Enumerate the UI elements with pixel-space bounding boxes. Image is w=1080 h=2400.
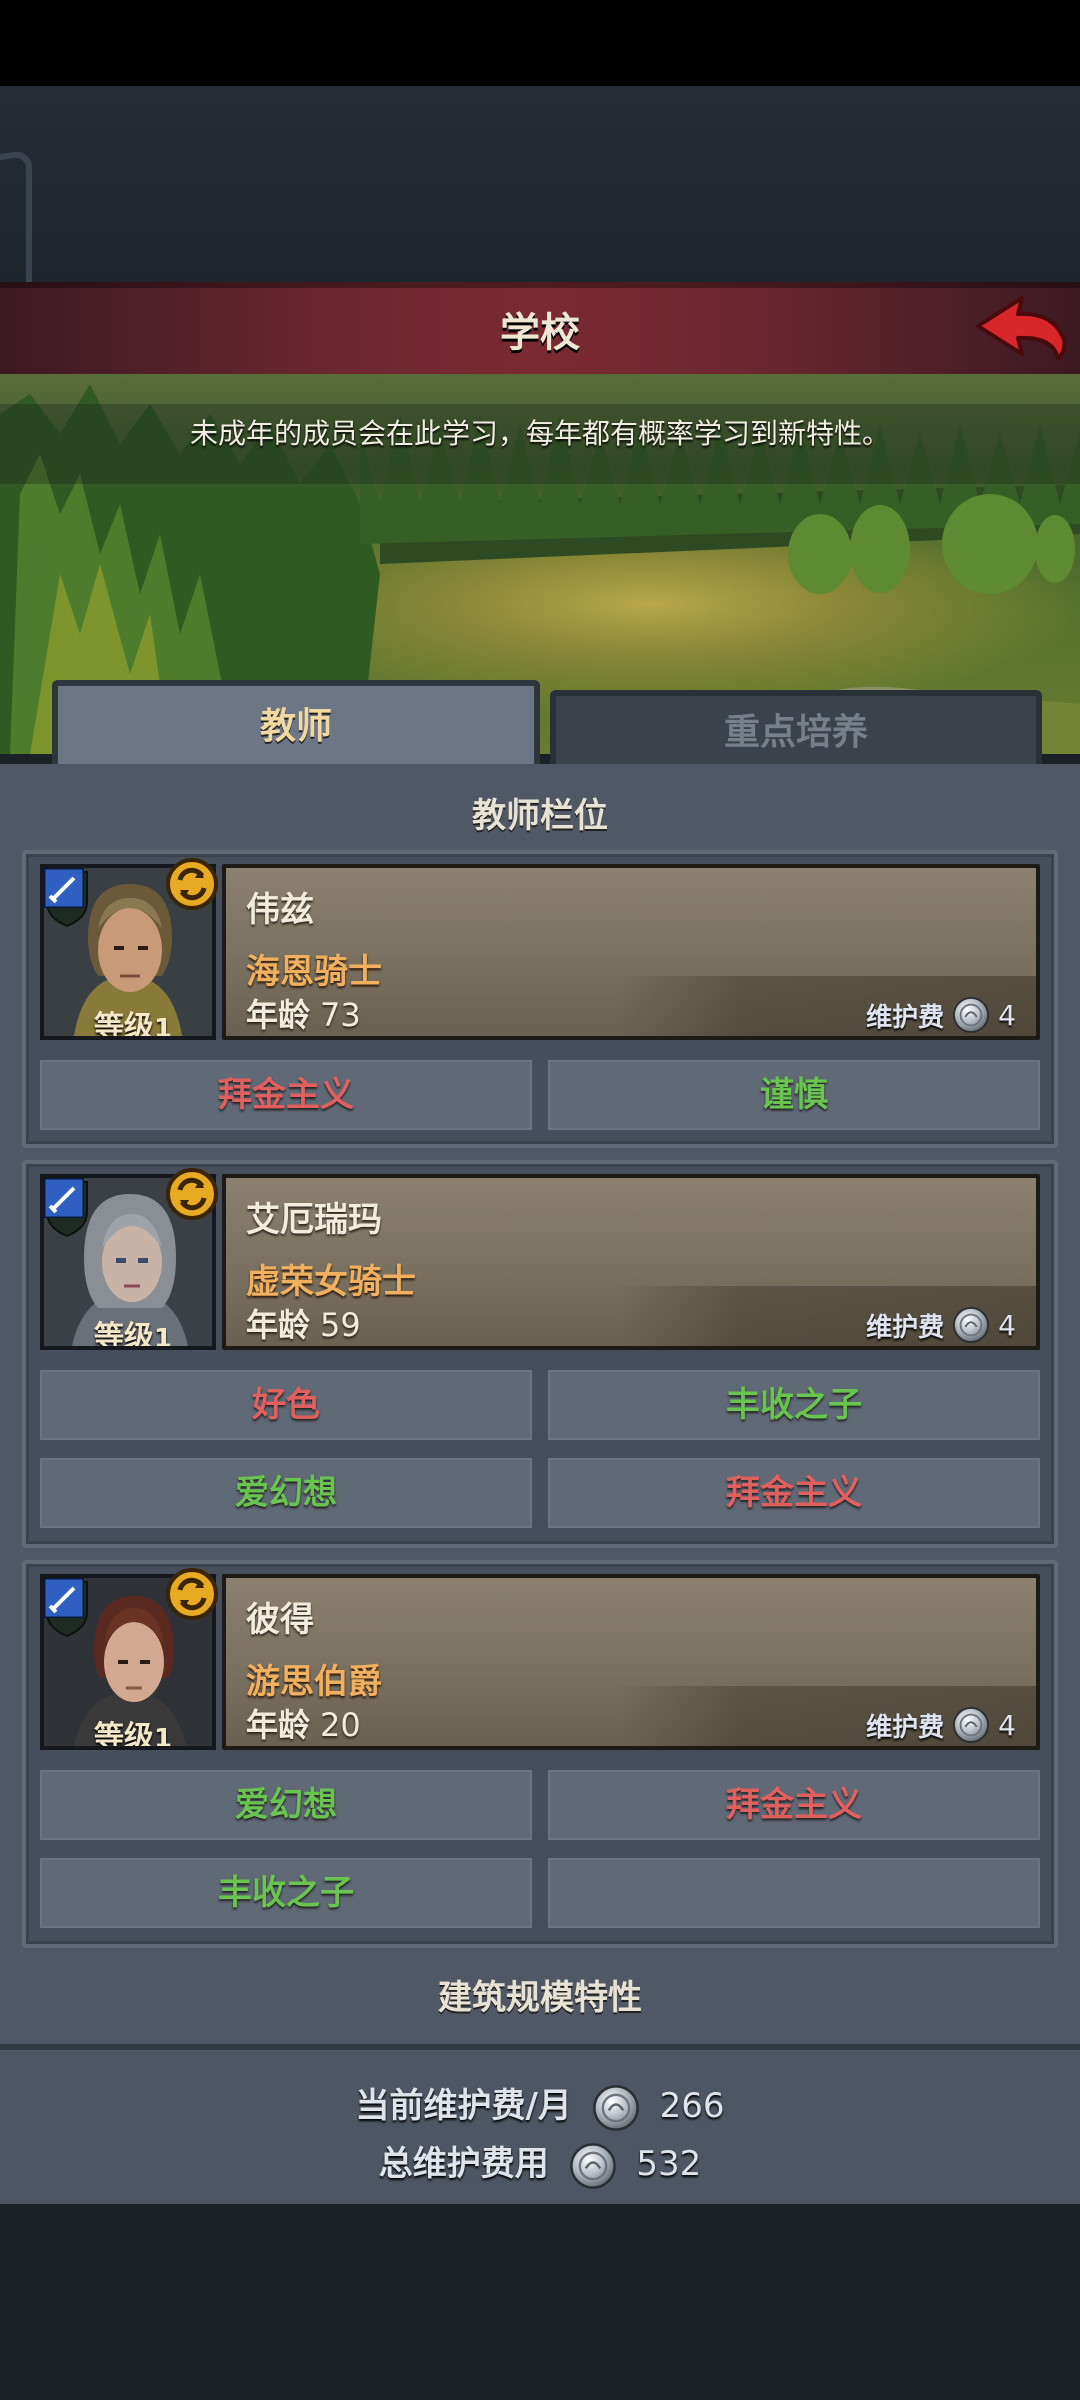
trait-badge[interactable]: 好色 bbox=[40, 1370, 532, 1440]
silver-coin-icon bbox=[952, 1706, 990, 1744]
sword-class-icon bbox=[44, 1578, 84, 1618]
total-upkeep-row: 总维护费用 532 bbox=[0, 2136, 1080, 2190]
top-area bbox=[0, 86, 1080, 385]
trait-badge[interactable]: 拜金主义 bbox=[40, 1060, 532, 1130]
tab-teachers[interactable]: 教师 bbox=[52, 680, 540, 768]
teacher-info-parchment: 彼得 游思伯爵 年龄 20 维护费 4 bbox=[222, 1574, 1040, 1750]
teacher-slot-3: 等级1 彼得 游思伯爵 年龄 20 维护费 4 爱幻想 拜金主义 丰收之子 bbox=[22, 1560, 1058, 1948]
level-label: 等级1 bbox=[94, 1720, 173, 1750]
sword-class-icon bbox=[44, 1178, 84, 1218]
trait-badge[interactable]: 丰收之子 bbox=[40, 1858, 532, 1928]
trait-badge[interactable]: 拜金主义 bbox=[548, 1458, 1040, 1528]
back-arrow-icon[interactable] bbox=[970, 292, 1070, 364]
swap-teacher-icon[interactable] bbox=[164, 1566, 220, 1622]
teacher-upkeep: 维护费 4 bbox=[866, 996, 1016, 1034]
teacher-card[interactable]: 等级1 艾厄瑞玛 虚荣女骑士 年龄 59 维护费 4 bbox=[40, 1174, 1040, 1350]
teacher-info-parchment: 艾厄瑞玛 虚荣女骑士 年龄 59 维护费 4 bbox=[222, 1174, 1040, 1350]
empty-trait-slot bbox=[548, 1858, 1040, 1928]
swap-teacher-icon[interactable] bbox=[164, 1166, 220, 1222]
current-upkeep-row: 当前维护费/月 266 bbox=[0, 2078, 1080, 2132]
trait-badge[interactable]: 爱幻想 bbox=[40, 1770, 532, 1840]
teacher-title: 游思伯爵 bbox=[246, 1662, 382, 1702]
teacher-age: 年龄 20 bbox=[246, 1706, 361, 1744]
teacher-name: 艾厄瑞玛 bbox=[246, 1200, 382, 1240]
level-label: 等级1 bbox=[94, 1010, 173, 1040]
trait-badge[interactable]: 爱幻想 bbox=[40, 1458, 532, 1528]
sword-class-icon bbox=[44, 868, 84, 908]
teacher-title: 海恩骑士 bbox=[246, 952, 382, 992]
teacher-card[interactable]: 等级1 彼得 游思伯爵 年龄 20 维护费 4 bbox=[40, 1574, 1040, 1750]
teacher-age: 年龄 59 bbox=[246, 1306, 361, 1344]
level-label: 等级1 bbox=[94, 1320, 173, 1350]
header-bar: 学校 bbox=[0, 282, 1080, 378]
trait-badge[interactable]: 丰收之子 bbox=[548, 1370, 1040, 1440]
teacher-slots-title: 教师栏位 bbox=[472, 796, 608, 836]
teacher-name: 彼得 bbox=[246, 1600, 314, 1640]
teacher-panel: 教师栏位 等级1 伟兹 海恩骑士 年龄 73 维护费 4 拜金主义 谨慎 等级1… bbox=[0, 764, 1080, 2044]
silver-coin-icon bbox=[569, 2142, 617, 2190]
teacher-upkeep: 维护费 4 bbox=[866, 1306, 1016, 1344]
tab-key-training[interactable]: 重点培养 bbox=[550, 690, 1042, 770]
teacher-slot-2: 等级1 艾厄瑞玛 虚荣女骑士 年龄 59 维护费 4 好色 丰收之子 爱幻想 拜金主… bbox=[22, 1160, 1058, 1548]
silver-coin-icon bbox=[592, 2084, 640, 2132]
upkeep-footer: 当前维护费/月 266 总维护费用 532 bbox=[0, 2044, 1080, 2210]
silver-coin-icon bbox=[952, 996, 990, 1034]
building-traits-title[interactable]: 建筑规模特性 bbox=[0, 1970, 1080, 2019]
trait-badge[interactable]: 拜金主义 bbox=[548, 1770, 1040, 1840]
bottom-area bbox=[0, 2204, 1080, 2400]
teacher-title: 虚荣女骑士 bbox=[246, 1262, 416, 1302]
page-title: 学校 bbox=[500, 310, 580, 356]
school-description: 未成年的成员会在此学习，每年都有概率学习到新特性。 bbox=[189, 417, 890, 450]
status-bar bbox=[0, 0, 1080, 86]
teacher-name: 伟兹 bbox=[246, 890, 314, 930]
teacher-slot-1: 等级1 伟兹 海恩骑士 年龄 73 维护费 4 拜金主义 谨慎 bbox=[22, 850, 1058, 1148]
trait-badge[interactable]: 谨慎 bbox=[548, 1060, 1040, 1130]
silver-coin-icon bbox=[952, 1306, 990, 1344]
teacher-upkeep: 维护费 4 bbox=[866, 1706, 1016, 1744]
teacher-info-parchment: 伟兹 海恩骑士 年龄 73 维护费 4 bbox=[222, 864, 1040, 1040]
teacher-age: 年龄 73 bbox=[246, 996, 361, 1034]
swap-teacher-icon[interactable] bbox=[164, 856, 220, 912]
teacher-card[interactable]: 等级1 伟兹 海恩骑士 年龄 73 维护费 4 bbox=[40, 864, 1040, 1040]
